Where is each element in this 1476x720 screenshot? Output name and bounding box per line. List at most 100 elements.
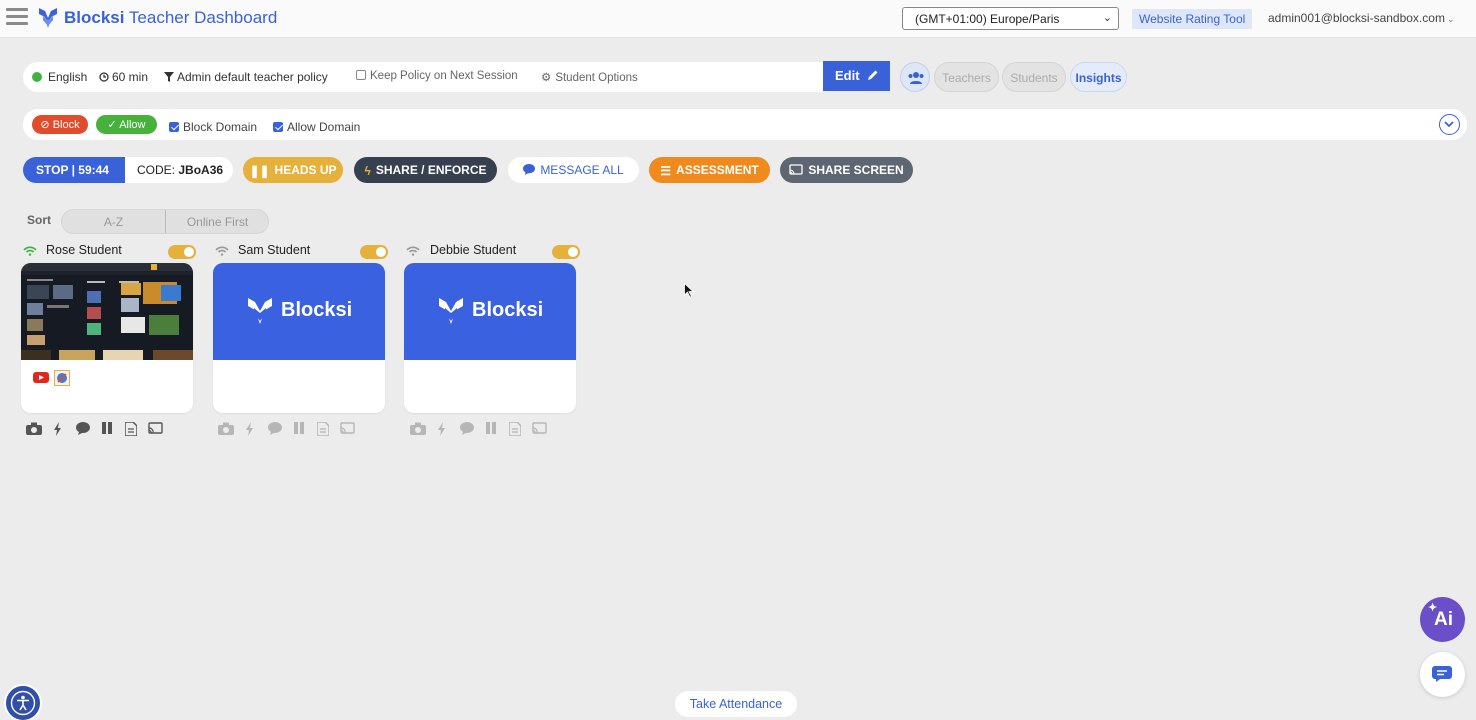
session-control: STOP | 59:44 CODE: JBoA36 xyxy=(23,157,233,183)
pause-icon[interactable] xyxy=(293,422,305,434)
session-code: CODE: JBoA36 xyxy=(137,163,224,177)
check-icon: ✓ xyxy=(107,119,117,131)
heads-up-button[interactable]: ❚❚ HEADS UP xyxy=(243,157,343,183)
message-all-button[interactable]: MESSAGE ALL xyxy=(508,157,639,183)
student-name: Sam Student xyxy=(238,243,311,257)
cast-icon[interactable] xyxy=(340,422,355,434)
wifi-icon xyxy=(23,246,37,256)
duration: 60 min xyxy=(99,70,148,84)
edit-policy-button[interactable]: Edit xyxy=(823,61,890,91)
pause-icon[interactable] xyxy=(485,422,497,434)
student-toggle[interactable] xyxy=(552,245,580,259)
block-domain-checkbox[interactable]: Block Domain xyxy=(169,120,257,134)
chevron-down-icon: ⌄ xyxy=(1102,12,1112,24)
policy-bar: English 60 min Admin default teacher pol… xyxy=(23,62,823,92)
youtube-icon[interactable] xyxy=(33,372,49,384)
timezone-select[interactable]: (GMT+01:00) Europe/Paris ⌄ xyxy=(902,7,1119,30)
cast-icon[interactable] xyxy=(148,422,163,434)
bolt-icon[interactable] xyxy=(53,422,62,436)
allow-domain-checkbox[interactable]: Allow Domain xyxy=(273,120,360,134)
policy-name[interactable]: Admin default teacher policy xyxy=(164,70,328,84)
status-dot-icon xyxy=(32,72,42,82)
document-icon[interactable] xyxy=(317,422,329,436)
top-bar: Blocksi Teacher Dashboard (GMT+01:00) Eu… xyxy=(0,0,1476,38)
sort-label: Sort xyxy=(27,213,51,227)
pause-icon[interactable] xyxy=(101,422,113,434)
student-toggle[interactable] xyxy=(168,245,196,259)
wifi-icon xyxy=(215,246,229,256)
bolt-icon[interactable] xyxy=(437,422,446,436)
menu-icon[interactable] xyxy=(6,8,28,28)
cast-icon xyxy=(789,164,803,175)
sort-option-online-first[interactable]: Online First xyxy=(166,215,269,229)
student-name: Debbie Student xyxy=(430,243,517,257)
student-screen-thumbnail[interactable] xyxy=(21,263,193,360)
keep-policy-checkbox[interactable]: Keep Policy on Next Session xyxy=(356,70,518,82)
camera-icon[interactable] xyxy=(218,422,234,435)
checkbox-icon xyxy=(356,70,366,80)
student-card[interactable]: Blocksi xyxy=(404,263,576,413)
app-title: Blocksi Teacher Dashboard xyxy=(64,8,278,27)
filter-icon xyxy=(164,72,174,82)
gear-icon: ⚙ xyxy=(541,72,552,84)
take-attendance-button[interactable]: Take Attendance xyxy=(675,691,797,717)
chat-bubble-icon xyxy=(523,164,536,175)
blocksi-logo-icon xyxy=(439,298,463,324)
blocksi-wordmark: Blocksi xyxy=(281,299,353,321)
chat-support-button[interactable] xyxy=(1420,652,1465,697)
bolt-icon: ϟ xyxy=(364,164,371,178)
student-screen-placeholder[interactable]: Blocksi xyxy=(404,263,576,360)
website-rating-tool-button[interactable]: Website Rating Tool xyxy=(1132,9,1253,29)
bolt-icon[interactable] xyxy=(245,422,254,436)
student-options-link[interactable]: ⚙ Student Options xyxy=(541,70,638,84)
blocksi-wordmark: Blocksi xyxy=(472,299,544,321)
chat-icon[interactable] xyxy=(76,422,90,435)
wifi-icon xyxy=(406,246,420,256)
open-tabs xyxy=(33,369,70,386)
student-toggle[interactable] xyxy=(360,245,388,259)
tab-insights[interactable]: Insights xyxy=(1070,62,1127,92)
expand-button[interactable] xyxy=(1439,114,1460,135)
sort-option-az[interactable]: A-Z xyxy=(62,215,165,229)
block-icon: ⊘ xyxy=(40,119,50,131)
share-screen-button[interactable]: SHARE SCREEN xyxy=(780,157,913,183)
list-icon: ☰ xyxy=(660,164,672,178)
student-name: Rose Student xyxy=(46,243,122,257)
chat-icon[interactable] xyxy=(460,422,474,435)
assessment-button[interactable]: ☰ ASSESSMENT xyxy=(649,157,770,183)
student-card[interactable]: Blocksi xyxy=(213,263,385,413)
document-icon[interactable] xyxy=(125,422,137,436)
cast-icon[interactable] xyxy=(532,422,547,434)
block-chip[interactable]: ⊘ Block xyxy=(32,115,88,134)
pause-icon: ❚❚ xyxy=(249,164,270,178)
camera-icon[interactable] xyxy=(410,422,426,435)
accessibility-button[interactable] xyxy=(4,684,42,720)
account-menu[interactable]: admin001@blocksi-sandbox.com ⌄ xyxy=(1268,11,1454,25)
camera-icon[interactable] xyxy=(26,422,42,435)
chat-icon xyxy=(1432,666,1452,682)
tab-favicon-icon[interactable] xyxy=(53,369,70,386)
pencil-icon xyxy=(868,70,878,80)
sort-toggle: A-Z Online First xyxy=(61,209,269,234)
blocksi-logo-icon xyxy=(248,298,272,324)
share-enforce-button[interactable]: ϟ SHARE / ENFORCE xyxy=(354,157,497,183)
chevron-down-icon: ⌄ xyxy=(1446,14,1455,24)
tab-teachers[interactable]: Teachers xyxy=(934,62,999,92)
tab-students[interactable]: Students xyxy=(1002,62,1066,92)
checkbox-checked-icon xyxy=(169,122,179,132)
chevron-down-icon xyxy=(1444,121,1454,128)
chat-icon[interactable] xyxy=(268,422,282,435)
document-icon[interactable] xyxy=(509,422,521,436)
student-screen-placeholder[interactable]: Blocksi xyxy=(213,263,385,360)
mouse-cursor-icon xyxy=(684,283,694,298)
accessibility-icon xyxy=(10,690,36,716)
clock-icon xyxy=(99,72,109,82)
stop-session-button[interactable]: STOP | 59:44 xyxy=(23,157,125,183)
student-card[interactable] xyxy=(21,263,193,413)
users-icon xyxy=(908,72,924,84)
ai-assistant-button[interactable]: ✦ Ai xyxy=(1420,597,1465,642)
allow-chip[interactable]: ✓ Allow xyxy=(96,115,157,134)
language-indicator: English xyxy=(32,70,87,84)
group-button[interactable] xyxy=(900,62,930,92)
blocksi-logo-icon xyxy=(39,8,57,28)
